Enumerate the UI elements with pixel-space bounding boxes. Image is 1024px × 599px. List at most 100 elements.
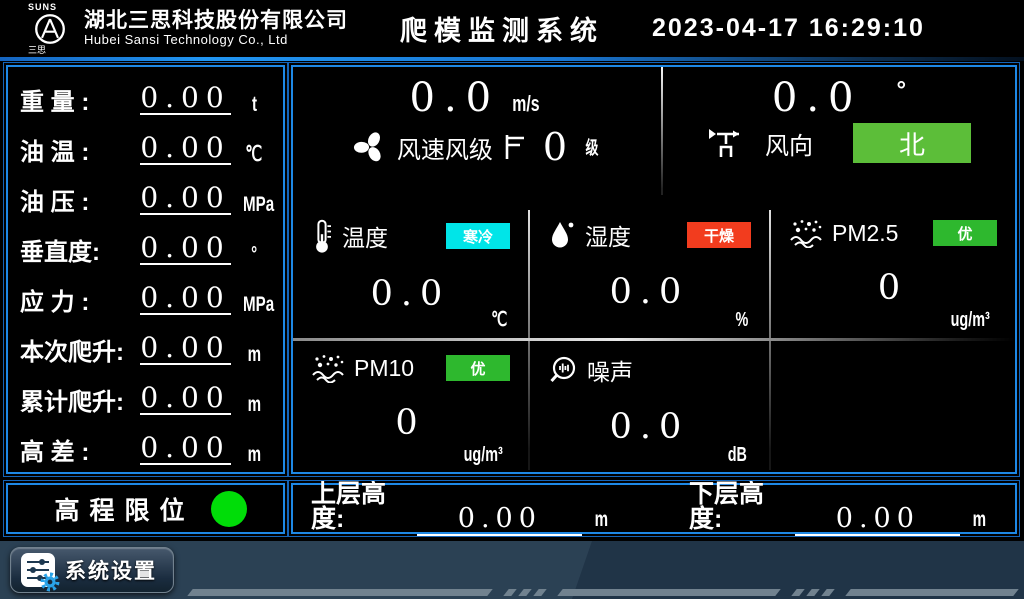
lower-height-group: 下层高度: 0.00 m [689,482,989,536]
sensor-value: 0 [789,268,997,308]
app-window: SUNS 三思 湖北三思科技股份有限公司 Hubei Sansi Technol… [0,0,1024,599]
metric-value: 0.00 [140,384,231,415]
taskbar: 系统设置 [0,541,1024,599]
sensor-cell-noise: 噪声 0.0 dB [530,341,769,473]
company-name: 湖北三思科技股份有限公司 Hubei Sansi Technology Co.,… [84,9,348,48]
metrics-panel: 重 量 : 0.00 t 油 温 : 0.00 ℃ 油 压 : 0.00 MPa… [6,65,285,474]
sensor-unit: ug/m³ [950,309,989,332]
datetime-display: 2023-04-17 16:29:10 [652,14,925,43]
settings-button-label: 系统设置 [65,555,157,585]
metric-row-oil-temp: 油 温 : 0.00 ℃ [20,122,271,172]
elevation-limit-label: 高程限位 [44,491,194,527]
sensor-label: PM2.5 [832,220,898,247]
lower-height-value: 0.00 [795,505,960,536]
sensor-value: 0.0 [311,274,510,314]
metric-value: 0.00 [140,184,231,215]
sansi-logo-icon [34,13,66,45]
gear-icon [39,571,61,593]
metric-row-stress: 应 力 : 0.00 MPa [20,272,271,322]
sensor-cell-pm10: PM10 优 0 ug/m³ [293,341,528,473]
wind-level-value: 0 [543,125,567,169]
metric-unit: m [247,444,260,465]
metric-unit: t [251,94,256,115]
sensor-value: 0.0 [548,272,751,312]
wind-direction-value: 0.0 [772,75,863,121]
metric-value: 0.00 [140,284,231,315]
status-badge: 寒冷 [446,223,510,249]
sensor-unit: ug/m³ [463,444,502,467]
metric-value: 0.00 [140,84,231,115]
metric-value: 0.00 [140,334,231,365]
fan-icon [353,130,387,164]
metric-row-verticality: 垂直度: 0.00 ° [20,222,271,272]
status-badge: 优 [446,355,510,381]
droplet-icon [548,219,576,251]
metric-value: 0.00 [140,434,231,465]
sensor-unit: ℃ [491,307,507,332]
taskbar-stripe-decoration [190,589,1016,596]
sensor-value: 0 [311,403,510,443]
noise-icon [548,355,578,385]
sensor-cell-pm25: PM2.5 优 0 ug/m³ [771,206,1015,338]
sensor-label: 湿度 [585,218,631,252]
page-title: 爬模监测系统 [400,9,604,48]
wind-direction-badge: 北 [853,123,971,163]
lower-height-label: 下层高度: [689,482,795,536]
elevation-limit-box: 高程限位 [6,483,285,534]
wind-direction-label: 风向 [765,126,813,161]
wind-speed-value: 0.0 [410,75,501,121]
wind-direction-block: 0.0 ° 风向 北 [663,67,1015,206]
metric-unit: MPa [243,194,274,215]
status-badge: 干燥 [687,222,751,248]
wind-level-unit: 级 [586,134,599,160]
metric-row-current-climb: 本次爬升: 0.00 m [20,322,271,372]
sensor-label: 温度 [342,219,388,253]
wind-section: 0.0 m/s 风速风级 0 [293,67,1015,206]
upper-height-unit: m [595,508,608,532]
metric-unit: ° [251,244,257,265]
metric-unit: m [247,394,260,415]
company-name-cn: 湖北三思科技股份有限公司 [84,9,348,33]
wind-direction-unit: ° [897,77,907,105]
lower-height-unit: m [973,508,986,532]
metric-unit: m [247,344,260,365]
sensor-unit: % [736,309,749,332]
elevation-limit-indicator [211,491,247,527]
header: SUNS 三思 湖北三思科技股份有限公司 Hubei Sansi Technol… [0,0,1024,57]
metric-value: 0.00 [140,234,231,265]
particles-icon [789,218,823,248]
status-badge: 优 [933,220,997,246]
wind-speed-label: 风速风级 [397,130,493,165]
metric-row-weight: 重 量 : 0.00 t [20,72,271,122]
system-settings-button[interactable]: 系统设置 [10,547,174,593]
metric-value: 0.00 [140,134,231,165]
sensor-value: 0.0 [548,407,751,447]
sensor-grid: 温度 寒冷 0.0 ℃ 湿度 干燥 0.0 % [293,206,1015,472]
thermometer-icon [311,218,333,254]
sensor-cell-temperature: 温度 寒冷 0.0 ℃ [293,206,528,338]
company-name-en: Hubei Sansi Technology Co., Ltd [84,33,348,48]
logo-suns-text: SUNS [28,3,57,12]
metric-unit: ℃ [246,144,263,165]
logo-cn-text: 三思 [28,46,46,55]
sensor-label: PM10 [354,355,414,382]
metric-row-total-climb: 累计爬升: 0.00 m [20,372,271,422]
metric-unit: MPa [243,294,274,315]
sensor-label: 噪声 [587,353,633,387]
company-logo: SUNS 三思 [24,3,76,55]
sensor-cell-empty [771,341,1015,473]
settings-sliders-icon [21,553,55,587]
metric-row-oil-pressure: 油 压 : 0.00 MPa [20,172,271,222]
sensor-unit: dB [728,444,747,467]
particles-icon [311,353,345,383]
upper-height-value: 0.00 [417,505,582,536]
wind-speed-unit: m/s [512,91,539,117]
wind-vane-icon [707,126,749,160]
wind-speed-block: 0.0 m/s 风速风级 0 [293,67,661,206]
wind-level-icon [503,132,527,162]
metric-row-height-diff: 高 差 : 0.00 m [20,422,271,472]
upper-height-group: 上层高度: 0.00 m [311,482,611,536]
header-divider [0,57,1024,61]
sensor-cell-humidity: 湿度 干燥 0.0 % [530,206,769,338]
layer-heights-box: 上层高度: 0.00 m 下层高度: 0.00 m [291,483,1017,534]
